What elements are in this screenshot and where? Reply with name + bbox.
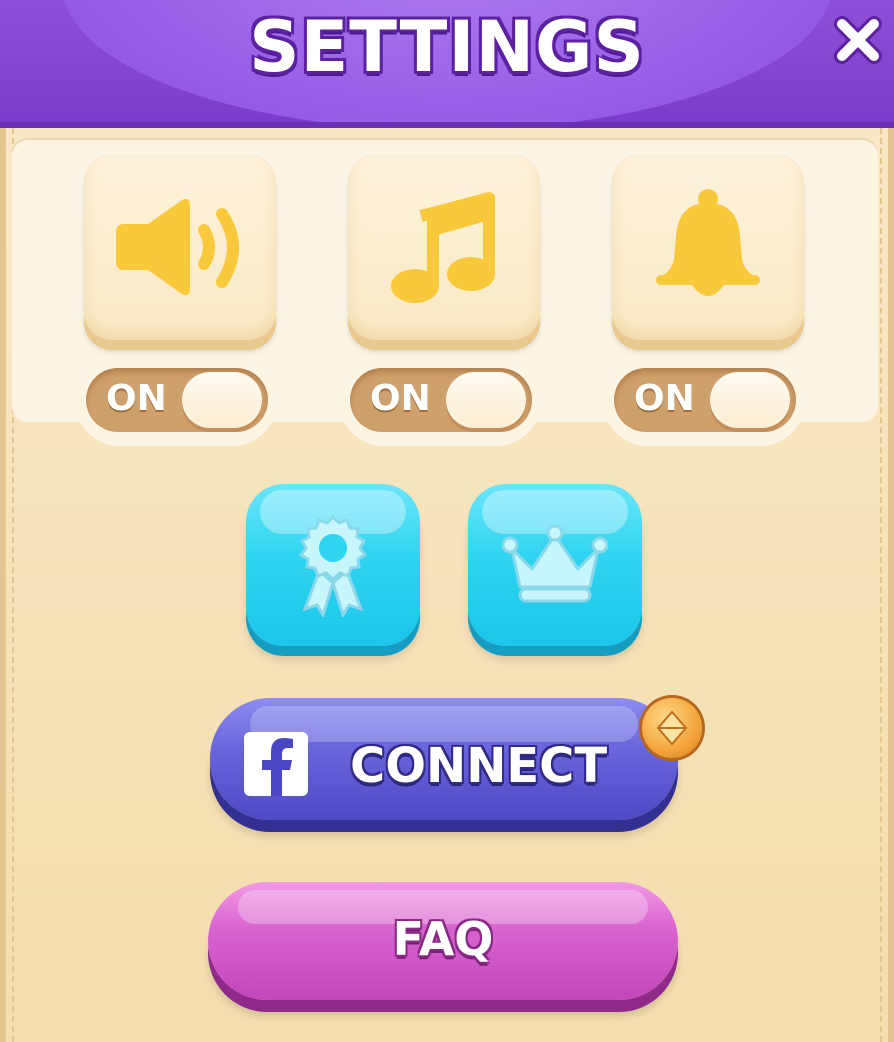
connect-label: CONNECT bbox=[350, 738, 608, 794]
speaker-icon bbox=[116, 198, 239, 296]
music-toggle-label: ON bbox=[370, 378, 431, 419]
music-toggle-wrap: ON bbox=[340, 360, 540, 446]
notifications-toggle-knob[interactable] bbox=[710, 372, 790, 428]
sound-toggle-knob[interactable] bbox=[182, 372, 262, 428]
leaderboard-button[interactable] bbox=[468, 484, 642, 646]
music-toggle-knob[interactable] bbox=[446, 372, 526, 428]
ribbon-badge-icon bbox=[298, 514, 368, 617]
facebook-icon bbox=[244, 732, 308, 796]
crown-icon bbox=[502, 525, 608, 603]
page-title: SETTINGS bbox=[249, 6, 645, 88]
music-note-icon bbox=[391, 192, 495, 303]
music-tile bbox=[348, 154, 540, 340]
sound-toggle-wrap: ON bbox=[76, 360, 276, 446]
sound-toggle[interactable]: ON bbox=[86, 368, 268, 432]
notifications-toggle-label: ON bbox=[634, 378, 695, 419]
coin-icon bbox=[642, 698, 702, 758]
sound-tile bbox=[84, 154, 276, 340]
notifications-tile bbox=[612, 154, 804, 340]
achievements-button[interactable] bbox=[246, 484, 420, 646]
notifications-toggle[interactable]: ON bbox=[614, 368, 796, 432]
bell-icon bbox=[656, 189, 760, 296]
close-icon bbox=[834, 16, 882, 64]
facebook-connect-button[interactable]: CONNECT bbox=[210, 698, 678, 820]
music-toggle[interactable]: ON bbox=[350, 368, 532, 432]
header-bar: SETTINGS bbox=[0, 0, 894, 132]
notifications-toggle-wrap: ON bbox=[604, 360, 804, 446]
close-button[interactable] bbox=[826, 8, 890, 72]
sound-toggle-label: ON bbox=[106, 378, 167, 419]
faq-button[interactable]: FAQ bbox=[208, 882, 678, 1000]
faq-label: FAQ bbox=[392, 912, 494, 966]
